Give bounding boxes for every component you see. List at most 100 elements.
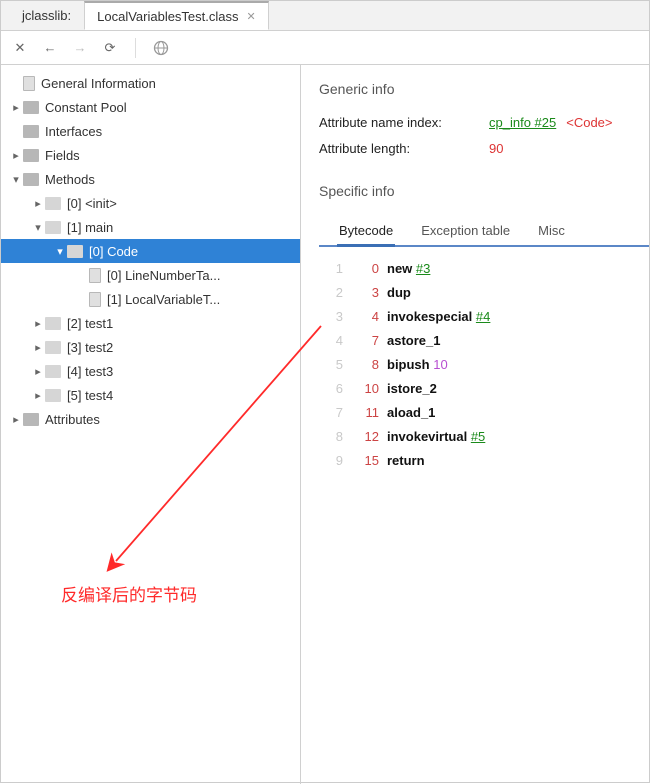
tab-file[interactable]: LocalVariablesTest.class✕	[84, 1, 269, 30]
tree-item-label: Methods	[45, 172, 95, 187]
line-number: 7	[325, 401, 343, 425]
folder-icon	[23, 125, 39, 138]
pc-offset: 15	[355, 449, 379, 473]
tree-item-label: [0] <init>	[67, 196, 117, 211]
tree-item[interactable]: ▸ [4] test3	[1, 359, 300, 383]
tab-bytecode[interactable]: Bytecode	[337, 217, 395, 247]
cp-ref-link[interactable]: #5	[471, 425, 485, 449]
tree-item[interactable]: ▸ Constant Pool	[1, 95, 300, 119]
pc-offset: 0	[355, 257, 379, 281]
folder-icon	[45, 341, 61, 354]
tree-item[interactable]: [1] LocalVariableT...	[1, 287, 300, 311]
folder-icon	[45, 221, 61, 234]
bytecode-row: 711aload_1	[325, 401, 649, 425]
tree-item-label: [1] LocalVariableT...	[107, 292, 220, 307]
line-number: 4	[325, 329, 343, 353]
pc-offset: 4	[355, 305, 379, 329]
twisty-icon[interactable]: ▾	[53, 245, 67, 258]
twisty-icon[interactable]: ▾	[31, 221, 45, 234]
pc-offset: 3	[355, 281, 379, 305]
twisty-icon[interactable]: ▸	[31, 197, 45, 210]
twisty-icon[interactable]: ▸	[9, 413, 23, 426]
folder-icon	[23, 149, 39, 162]
line-number: 8	[325, 425, 343, 449]
globe-icon[interactable]	[152, 39, 170, 57]
bytecode-row: 812invokevirtual #5	[325, 425, 649, 449]
tab-misc[interactable]: Misc	[536, 217, 567, 247]
tree-item-label: [3] test2	[67, 340, 113, 355]
tree-item-label: Interfaces	[45, 124, 102, 139]
toolbar: ✕ ← → ⟳	[1, 31, 649, 65]
attr-name-row: Attribute name index: cp_info #25 <Code>	[319, 109, 649, 135]
file-icon	[89, 292, 101, 307]
tree-item[interactable]: Interfaces	[1, 119, 300, 143]
twisty-icon[interactable]: ▸	[9, 149, 23, 162]
twisty-icon[interactable]: ▾	[9, 173, 23, 186]
tree-item[interactable]: ▸ [2] test1	[1, 311, 300, 335]
twisty-icon[interactable]: ▸	[31, 365, 45, 378]
attr-length-value: 90	[489, 141, 503, 156]
file-icon	[89, 268, 101, 283]
generic-info-title: Generic info	[319, 81, 649, 97]
twisty-icon[interactable]: ▸	[31, 317, 45, 330]
tree-item-label: [0] Code	[89, 244, 138, 259]
tab-bar: jclasslib: LocalVariablesTest.class✕	[1, 1, 649, 31]
pc-offset: 10	[355, 377, 379, 401]
bytecode-row: 610istore_2	[325, 377, 649, 401]
attr-name-label: Attribute name index:	[319, 115, 489, 130]
twisty-icon[interactable]: ▸	[31, 389, 45, 402]
tree-item-label: Fields	[45, 148, 80, 163]
tab-app[interactable]: jclasslib:	[9, 1, 84, 30]
specific-info-title: Specific info	[319, 183, 649, 199]
opcode: istore_2	[387, 377, 437, 401]
line-number: 2	[325, 281, 343, 305]
pc-offset: 8	[355, 353, 379, 377]
close-icon[interactable]: ✕	[11, 39, 29, 57]
bytecode-row: 10new #3	[325, 257, 649, 281]
tree-item[interactable]: ▾ [1] main	[1, 215, 300, 239]
pc-offset: 7	[355, 329, 379, 353]
tree-item-label: [2] test1	[67, 316, 113, 331]
forward-icon: →	[71, 39, 89, 57]
opcode: invokevirtual	[387, 425, 467, 449]
opcode: invokespecial	[387, 305, 472, 329]
tree-item-label: [4] test3	[67, 364, 113, 379]
tree-item[interactable]: ▸ Fields	[1, 143, 300, 167]
folder-icon	[67, 245, 83, 258]
folder-icon	[23, 173, 39, 186]
attr-name-link[interactable]: cp_info #25	[489, 115, 556, 130]
opcode: new	[387, 257, 412, 281]
folder-icon	[45, 317, 61, 330]
detail-tabs: Bytecode Exception table Misc	[319, 217, 649, 247]
line-number: 9	[325, 449, 343, 473]
opcode: return	[387, 449, 425, 473]
tree-item[interactable]: [0] LineNumberTa...	[1, 263, 300, 287]
back-icon[interactable]: ←	[41, 39, 59, 57]
bytecode-row: 9 15 return	[325, 449, 649, 473]
tree-item[interactable]: ▾ [0] Code	[1, 239, 300, 263]
twisty-icon[interactable]: ▸	[9, 101, 23, 114]
bytecode-row: 47astore_1	[325, 329, 649, 353]
cp-ref-link[interactable]: #4	[476, 305, 490, 329]
attr-length-row: Attribute length: 90	[319, 135, 649, 161]
tree-item[interactable]: ▸ Attributes	[1, 407, 300, 431]
tree-item-label: [1] main	[67, 220, 113, 235]
separator	[135, 38, 136, 58]
bytecode-row: 58bipush 10	[325, 353, 649, 377]
tree-item[interactable]: ▸ [3] test2	[1, 335, 300, 359]
tree-item-label: Attributes	[45, 412, 100, 427]
tree-item[interactable]: ▸ [0] <init>	[1, 191, 300, 215]
folder-icon	[23, 413, 39, 426]
twisty-icon[interactable]: ▸	[31, 341, 45, 354]
cp-ref-link[interactable]: #3	[416, 257, 430, 281]
refresh-icon[interactable]: ⟳	[101, 39, 119, 57]
opcode: dup	[387, 281, 411, 305]
tree-item[interactable]: ▾ Methods	[1, 167, 300, 191]
tree-item[interactable]: General Information	[1, 71, 300, 95]
tree-item[interactable]: ▸[5] test4	[1, 383, 300, 407]
tab-exception-table[interactable]: Exception table	[419, 217, 512, 247]
file-icon	[23, 76, 35, 91]
close-icon[interactable]: ✕	[247, 10, 256, 23]
tree-item-label: Constant Pool	[45, 100, 127, 115]
tree-sidebar: General Information ▸ Constant Pool Interfa…	[1, 65, 301, 784]
